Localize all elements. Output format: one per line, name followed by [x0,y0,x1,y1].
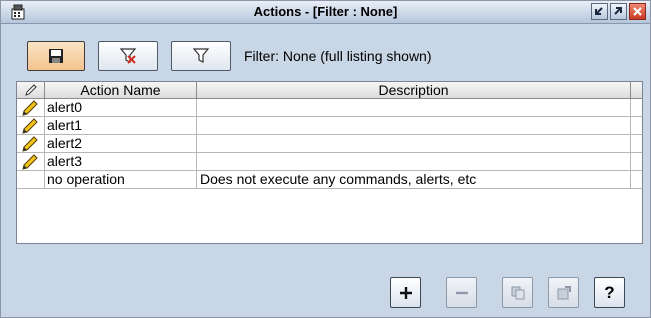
description-cell [197,117,631,134]
row-edit-cell[interactable] [17,135,45,152]
actions-window: Actions - [Filter : None] Filter: None (… [0,0,651,318]
filter-status: Filter: None (full listing shown) [244,48,432,64]
save-icon [49,49,63,63]
table-row[interactable]: alert1 [17,117,642,135]
maximize-button[interactable] [610,3,627,20]
maximize-icon [614,7,622,15]
pencil-icon [22,100,38,116]
column-header-filler [631,82,642,99]
table-row[interactable]: no operation Does not execute any comman… [17,171,642,189]
pencil-icon [22,136,38,152]
row-edit-cell[interactable] [17,99,45,116]
remove-icon [455,291,468,294]
add-icon [399,286,412,299]
copy-icon [511,286,524,299]
remove-button[interactable] [446,277,477,308]
description-cell: Does not execute any commands, alerts, e… [197,171,631,188]
clear-filter-icon [119,48,137,64]
table-row[interactable]: alert0 [17,99,642,117]
row-edit-cell[interactable] [17,117,45,134]
description-cell [197,135,631,152]
pencil-icon [24,84,37,96]
column-header-action-name[interactable]: Action Name [45,82,197,99]
actions-table: Action Name Description alert0 alert1 al… [16,81,643,244]
row-edit-cell [17,171,45,188]
window-title: Actions - [Filter : None] [253,4,398,19]
filter-icon [192,48,210,63]
pencil-icon [22,154,38,170]
filter-button[interactable] [171,41,231,71]
row-edit-cell[interactable] [17,153,45,170]
action-name-cell: alert3 [45,153,197,170]
action-name-cell: alert2 [45,135,197,152]
minimize-button[interactable] [591,3,608,20]
action-name-cell: alert1 [45,117,197,134]
description-cell [197,153,631,170]
action-name-cell: no operation [45,171,197,188]
description-cell [197,99,631,116]
close-button[interactable] [629,3,646,20]
properties-button[interactable] [548,277,579,308]
clear-filter-button[interactable] [98,41,158,71]
pencil-icon [22,118,38,134]
column-header-edit[interactable] [17,82,45,99]
copy-button[interactable] [502,277,533,308]
help-icon: ? [604,283,615,302]
minimize-icon [595,7,603,15]
help-button[interactable]: ? [594,277,625,308]
action-name-cell: alert0 [45,99,197,116]
column-header-description[interactable]: Description [197,82,631,99]
table-row[interactable]: alert3 [17,153,642,171]
title-bar[interactable]: Actions - [Filter : None] [1,1,650,24]
add-button[interactable] [390,277,421,308]
save-button[interactable] [27,41,85,71]
table-row[interactable]: alert2 [17,135,642,153]
close-icon [633,7,642,16]
properties-icon [557,285,571,299]
